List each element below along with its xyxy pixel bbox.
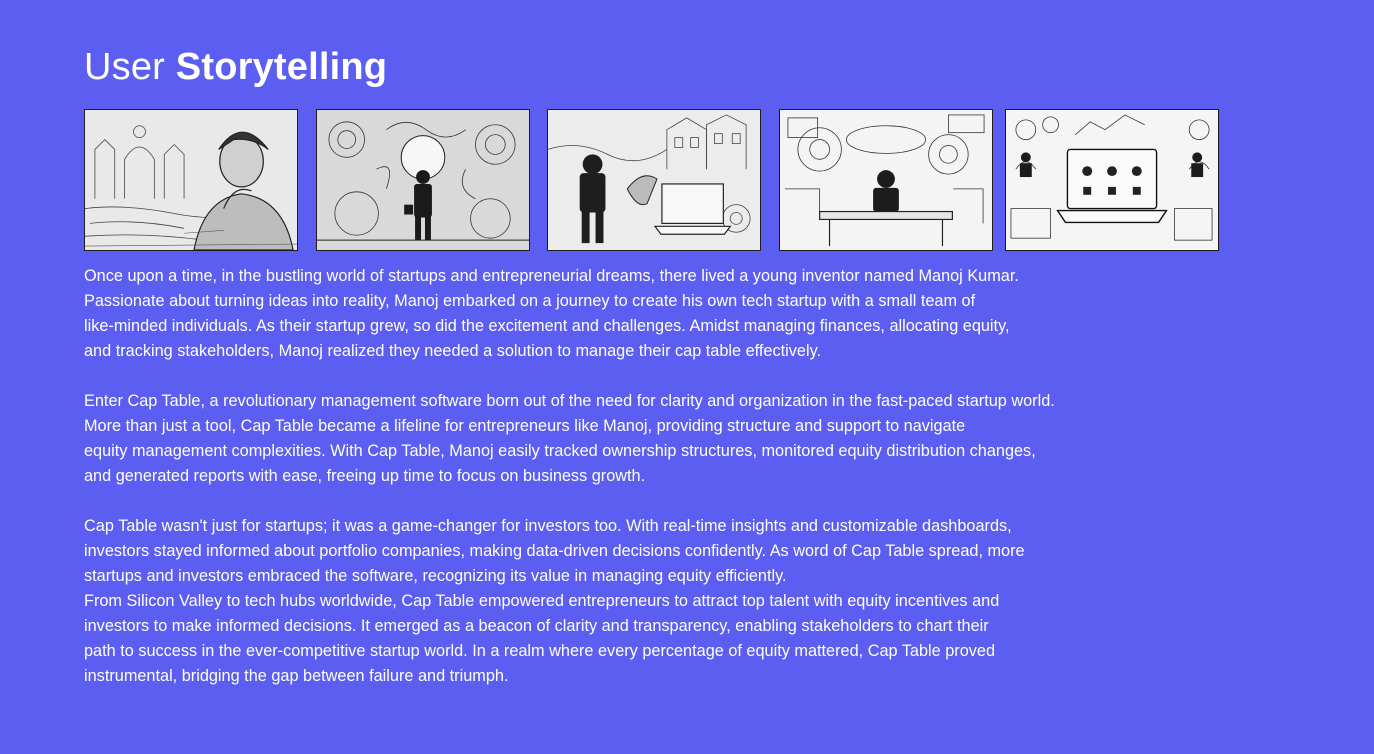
story-line: like-minded individuals. As their startu… xyxy=(84,317,1010,335)
story-line: path to success in the ever-competitive … xyxy=(84,642,996,660)
cap-table-management-image xyxy=(779,109,993,251)
ideas-journey-image xyxy=(316,109,530,251)
inventor-sketch-image xyxy=(84,109,298,251)
story-line: investors to make informed decisions. It… xyxy=(84,617,989,635)
story-line: Passionate about turning ideas into real… xyxy=(84,292,976,310)
story-line: Cap Table wasn't just for startups; it w… xyxy=(84,517,1012,535)
story-line: equity management complexities. With Cap… xyxy=(84,442,1036,460)
story-line: and generated reports with ease, freeing… xyxy=(84,467,646,485)
story-line: Enter Cap Table, a revolutionary managem… xyxy=(84,392,1055,410)
story-paragraph-1: Once upon a time, in the bustling world … xyxy=(84,264,1234,364)
title-light-text: User xyxy=(84,46,166,88)
story-line: Once upon a time, in the bustling world … xyxy=(84,267,1019,285)
story-line: From Silicon Valley to tech hubs worldwi… xyxy=(84,592,1000,610)
story-line: and tracking stakeholders, Manoj realize… xyxy=(84,342,822,360)
equity-dashboard-image xyxy=(1005,109,1219,251)
story-image-gallery xyxy=(84,109,1220,251)
story-line: instrumental, bridging the gap between f… xyxy=(84,667,509,685)
startup-team-image xyxy=(547,109,761,251)
story-line: investors stayed informed about portfoli… xyxy=(84,542,1025,560)
story-line: startups and investors embraced the soft… xyxy=(84,567,787,585)
story-paragraph-2: Enter Cap Table, a revolutionary managem… xyxy=(84,389,1234,489)
story-paragraph-3: Cap Table wasn't just for startups; it w… xyxy=(84,514,1234,589)
story-line: More than just a tool, Cap Table became … xyxy=(84,417,966,435)
story-paragraph-4: From Silicon Valley to tech hubs worldwi… xyxy=(84,589,1234,689)
story-text: Once upon a time, in the bustling world … xyxy=(84,264,1234,689)
page-title: User Storytelling xyxy=(84,44,387,90)
title-bold-text: Storytelling xyxy=(175,46,388,88)
